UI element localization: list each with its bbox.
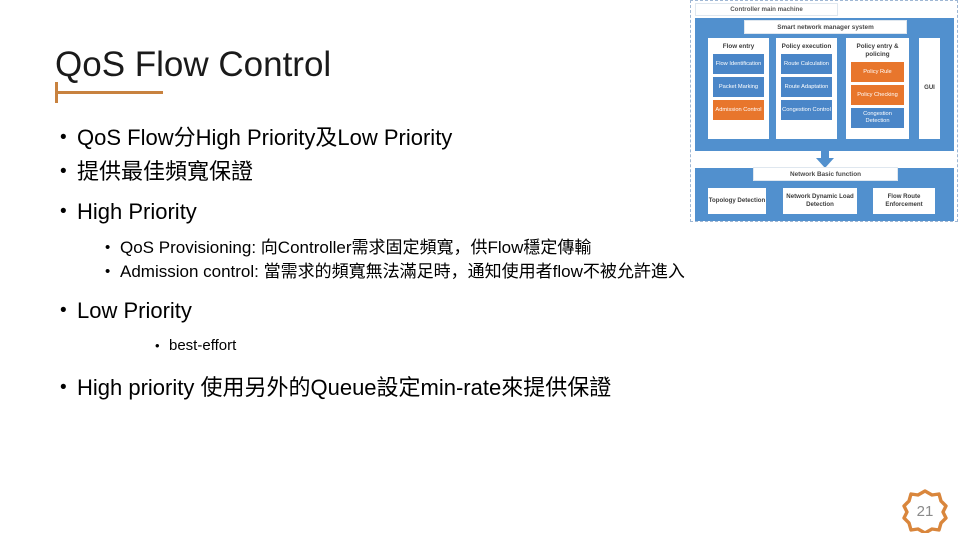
diagram-basic-box: Topology Detection	[708, 188, 766, 214]
diagram-column-policy-execution: Policy execution Route Calculation Route…	[776, 38, 837, 139]
diagram-column-heading: Policy entry & policing	[856, 43, 899, 58]
slide-canvas: QoS Flow Control • QoS Flow分High Priorit…	[0, 0, 960, 540]
diagram-smart-system-label: Smart network manager system	[744, 20, 907, 34]
list-item: • Admission control: 當需求的頻寬無法滿足時，通知使用者fl…	[105, 260, 900, 284]
bullet-marker-icon: •	[60, 127, 67, 148]
diagram-column-heading: Flow entry	[722, 43, 755, 50]
diagram-chip: Admission Control	[713, 100, 764, 120]
diagram-chip: Route Calculation	[781, 54, 832, 74]
title-accent-rule	[55, 91, 163, 94]
list-item-label: Low Priority	[77, 298, 192, 323]
diagram-basic-box: Flow Route Enforcement	[873, 188, 935, 214]
diagram-chip: Policy Checking	[851, 85, 904, 105]
bullet-marker-icon: •	[60, 201, 67, 222]
diagram-chip: Packet Marking	[713, 77, 764, 97]
diagram-basic-box: Network Dynamic Load Detection	[783, 188, 857, 214]
architecture-diagram: Controller main machine Smart network ma…	[690, 0, 958, 222]
list-item: • QoS Provisioning: 向Controller需求固定頻寬，供F…	[105, 236, 900, 260]
diagram-column-flow-entry: Flow entry Flow Identification Packet Ma…	[708, 38, 769, 139]
list-item-label: QoS Provisioning: 向Controller需求固定頻寬，供Flo…	[120, 238, 592, 257]
bullet-marker-icon: •	[60, 300, 67, 321]
diagram-chip: Policy Rule	[851, 62, 904, 82]
diagram-basic-function-label: Network Basic function	[753, 167, 898, 181]
bullet-marker-icon: •	[105, 239, 111, 256]
page-number-label: 21	[916, 502, 934, 520]
bullet-marker-icon: •	[105, 263, 111, 280]
list-item-label: High priority 使用另外的Queue設定min-rate來提供保證	[77, 375, 612, 400]
bullet-marker-icon: •	[155, 338, 160, 353]
diagram-chip: Route Adaptation	[781, 77, 832, 97]
list-item-label: Admission control: 當需求的頻寬無法滿足時，通知使用者flow…	[120, 262, 685, 281]
diagram-outer-label: Controller main machine	[695, 3, 838, 16]
diagram-chip: Congestion Detection	[851, 108, 904, 128]
diagram-chip: Congestion Control	[781, 100, 832, 120]
bullet-marker-icon: •	[60, 161, 67, 182]
diagram-chip: Flow Identification	[713, 54, 764, 74]
down-arrow-icon	[816, 149, 834, 168]
diagram-gui-column: GUI	[919, 38, 940, 139]
page-number-badge: 21	[901, 489, 949, 533]
slide-title-block: QoS Flow Control	[55, 44, 655, 103]
diagram-column-policy-entry-policing: Policy entry & policing Policy Rule Poli…	[846, 38, 909, 139]
bullet-marker-icon: •	[60, 377, 67, 398]
list-item: • best-effort	[155, 335, 900, 357]
page-title: QoS Flow Control	[55, 45, 332, 84]
list-item: • Low Priority	[60, 295, 900, 327]
diagram-column-heading: Policy execution	[781, 43, 832, 50]
list-item-label: best-effort	[169, 337, 237, 354]
list-item: • High priority 使用另外的Queue設定min-rate來提供保…	[60, 372, 900, 404]
